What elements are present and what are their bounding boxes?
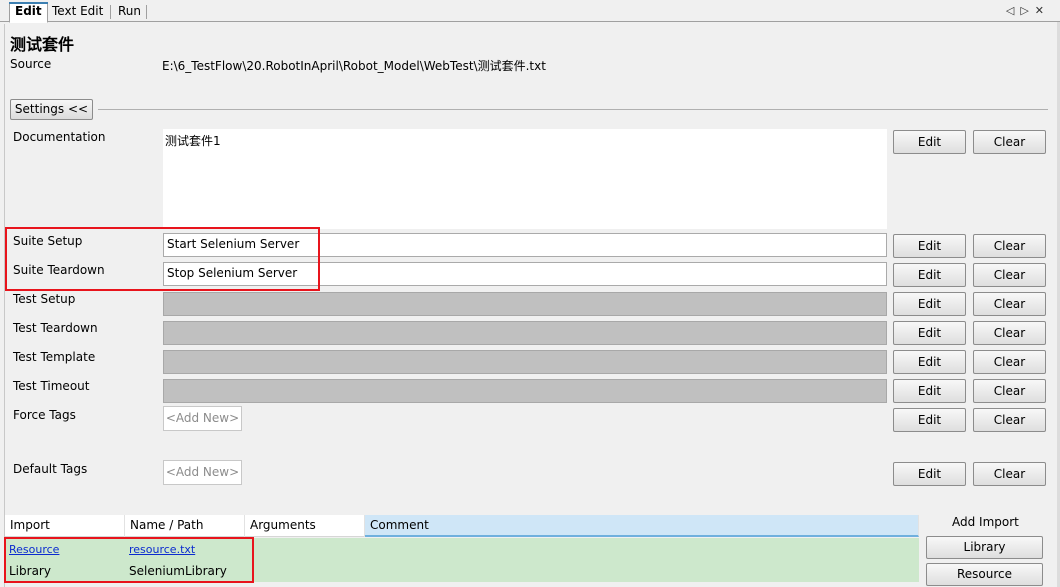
force-tags-label: Force Tags bbox=[13, 408, 76, 422]
documentation-field[interactable]: 测试套件1 bbox=[163, 129, 887, 229]
source-path: E:\6_TestFlow\20.RobotInApril\Robot_Mode… bbox=[162, 59, 546, 73]
tab-edit[interactable]: Edit bbox=[9, 2, 48, 23]
add-import-label: Add Import bbox=[952, 515, 1019, 529]
source-label: Source bbox=[10, 57, 52, 71]
tab-text-edit[interactable]: Text Edit bbox=[47, 3, 108, 22]
force-tags-clear-button[interactable]: Clear bbox=[973, 408, 1046, 432]
suite-teardown-edit-button[interactable]: Edit bbox=[893, 263, 966, 287]
test-template-field[interactable] bbox=[163, 350, 887, 374]
test-setup-clear-button[interactable]: Clear bbox=[973, 292, 1046, 316]
settings-toggle-button[interactable]: Settings << bbox=[10, 99, 93, 120]
annotation-highlight-box bbox=[4, 537, 254, 583]
settings-divider bbox=[98, 109, 1048, 110]
test-setup-label: Test Setup bbox=[13, 292, 76, 306]
column-header-comment[interactable]: Comment bbox=[365, 515, 919, 537]
suite-setup-clear-button[interactable]: Clear bbox=[973, 234, 1046, 258]
annotation-highlight-box bbox=[5, 227, 320, 291]
add-resource-button[interactable]: Resource bbox=[926, 563, 1043, 586]
default-tags-clear-button[interactable]: Clear bbox=[973, 462, 1046, 486]
editor-tab-bar: Edit Text Edit Run ◁▷✕ bbox=[0, 0, 1060, 23]
next-tab-icon[interactable]: ▷ bbox=[1020, 4, 1034, 17]
prev-tab-icon[interactable]: ◁ bbox=[1006, 4, 1020, 17]
test-timeout-edit-button[interactable]: Edit bbox=[893, 379, 966, 403]
test-timeout-label: Test Timeout bbox=[13, 379, 90, 393]
documentation-edit-button[interactable]: Edit bbox=[893, 130, 966, 154]
close-icon[interactable]: ✕ bbox=[1035, 4, 1050, 17]
suite-setup-edit-button[interactable]: Edit bbox=[893, 234, 966, 258]
test-template-clear-button[interactable]: Clear bbox=[973, 350, 1046, 374]
test-template-label: Test Template bbox=[13, 350, 96, 364]
add-library-button[interactable]: Library bbox=[926, 536, 1043, 559]
test-timeout-field[interactable] bbox=[163, 379, 887, 403]
documentation-label: Documentation bbox=[13, 130, 106, 144]
suite-teardown-clear-button[interactable]: Clear bbox=[973, 263, 1046, 287]
test-teardown-clear-button[interactable]: Clear bbox=[973, 321, 1046, 345]
column-header-arguments[interactable]: Arguments bbox=[245, 515, 365, 537]
test-setup-edit-button[interactable]: Edit bbox=[893, 292, 966, 316]
column-header-import[interactable]: Import bbox=[5, 515, 125, 537]
default-tags-add-new[interactable]: <Add New> bbox=[163, 460, 242, 485]
force-tags-edit-button[interactable]: Edit bbox=[893, 408, 966, 432]
default-tags-label: Default Tags bbox=[13, 462, 88, 476]
test-teardown-field[interactable] bbox=[163, 321, 887, 345]
column-header-name-path[interactable]: Name / Path bbox=[125, 515, 245, 537]
test-setup-field[interactable] bbox=[163, 292, 887, 316]
test-timeout-clear-button[interactable]: Clear bbox=[973, 379, 1046, 403]
test-template-edit-button[interactable]: Edit bbox=[893, 350, 966, 374]
force-tags-add-new[interactable]: <Add New> bbox=[163, 406, 242, 431]
default-tags-edit-button[interactable]: Edit bbox=[893, 462, 966, 486]
documentation-clear-button[interactable]: Clear bbox=[973, 130, 1046, 154]
tab-divider bbox=[146, 5, 147, 19]
tab-nav-controls: ◁▷✕ bbox=[1006, 4, 1050, 17]
test-teardown-edit-button[interactable]: Edit bbox=[893, 321, 966, 345]
import-table-header: Import Name / Path Arguments Comment bbox=[5, 515, 919, 537]
test-teardown-label: Test Teardown bbox=[13, 321, 98, 335]
suite-title: 测试套件 bbox=[10, 35, 75, 54]
tab-run[interactable]: Run bbox=[113, 3, 146, 22]
tab-divider bbox=[110, 5, 111, 19]
